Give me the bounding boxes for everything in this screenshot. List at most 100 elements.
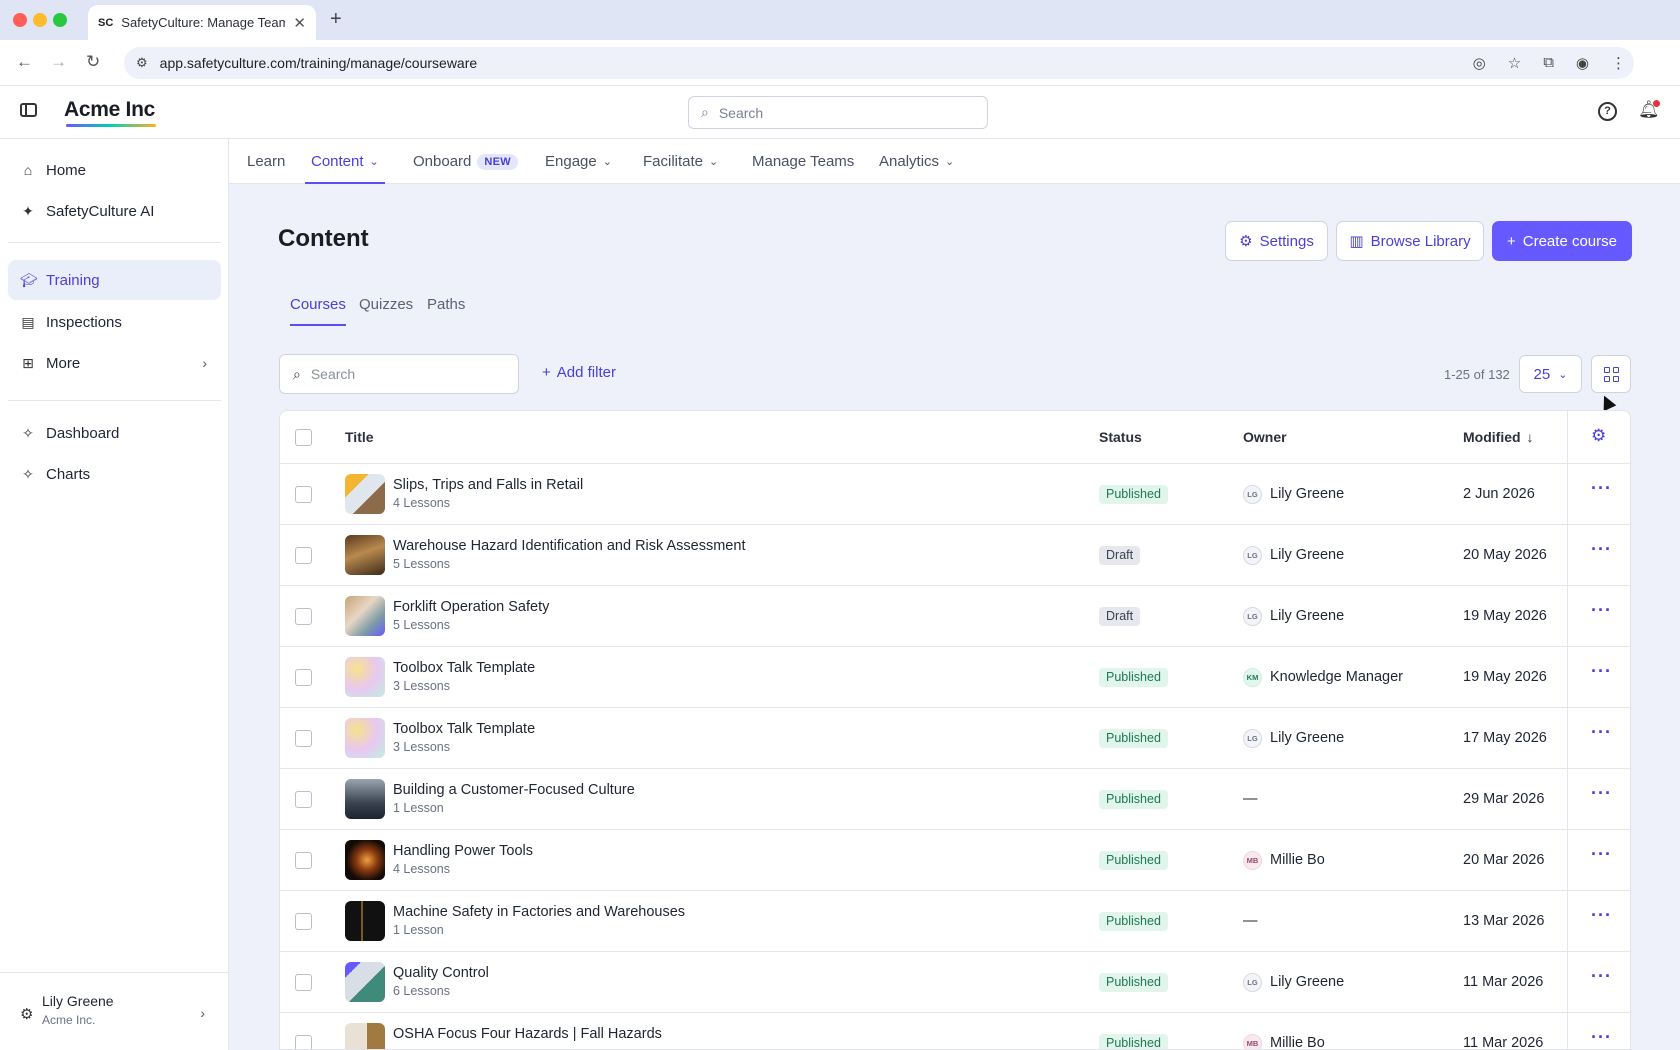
row-checkbox[interactable] bbox=[295, 791, 312, 808]
tab-facilitate[interactable]: Facilitate ⌄ bbox=[643, 139, 718, 184]
row-actions-more-icon[interactable]: ··· bbox=[1591, 478, 1612, 499]
row-checkbox[interactable] bbox=[295, 486, 312, 503]
select-all-checkbox[interactable] bbox=[295, 429, 312, 446]
table-row[interactable]: Building a Customer-Focused Culture 1 Le… bbox=[280, 769, 1630, 830]
row-actions-more-icon[interactable]: ··· bbox=[1591, 966, 1612, 987]
tab-onboard[interactable]: Onboard NEW bbox=[413, 139, 518, 184]
sidebar-toggle-icon[interactable] bbox=[20, 103, 37, 117]
site-settings-icon[interactable]: ⚙ bbox=[136, 55, 148, 71]
sidebar-item-dashboard[interactable]: ✧ Dashboard bbox=[8, 413, 221, 453]
sidebar-user-menu[interactable]: ⚙ Lily Greene Acme Inc. › bbox=[0, 972, 229, 1050]
row-checkbox[interactable] bbox=[295, 730, 312, 747]
new-tab-icon[interactable]: + bbox=[330, 8, 342, 31]
brand-logo[interactable]: Acme Inc bbox=[64, 98, 155, 122]
column-header-status[interactable]: Status bbox=[1099, 429, 1142, 445]
tab-quizzes[interactable]: Quizzes bbox=[359, 296, 413, 313]
global-search-input[interactable]: ⌕ Search bbox=[688, 96, 988, 129]
sidebar-item-label: Home bbox=[46, 161, 87, 179]
table-row[interactable]: Machine Safety in Factories and Warehous… bbox=[280, 891, 1630, 952]
bookmark-star-icon[interactable]: ☆ bbox=[1508, 54, 1521, 72]
new-badge: NEW bbox=[477, 153, 518, 170]
grid-view-button[interactable] bbox=[1591, 355, 1631, 393]
column-header-modified[interactable]: Modified ↓ bbox=[1463, 429, 1534, 445]
course-title[interactable]: Quality Control bbox=[393, 965, 489, 981]
sidebar: ⌂ Home ✦ SafetyCulture AI 🎓︎ Training ▤ … bbox=[0, 139, 229, 1050]
tab-analytics[interactable]: Analytics ⌄ bbox=[879, 139, 954, 184]
tracking-eye-icon[interactable]: ◎ bbox=[1473, 54, 1486, 72]
course-title[interactable]: Toolbox Talk Template bbox=[393, 660, 535, 676]
table-row[interactable]: Toolbox Talk Template 3 Lessons Publishe… bbox=[280, 708, 1630, 769]
course-title[interactable]: Machine Safety in Factories and Warehous… bbox=[393, 904, 685, 920]
course-title[interactable]: Handling Power Tools bbox=[393, 843, 533, 859]
column-header-title[interactable]: Title bbox=[345, 429, 374, 445]
column-header-owner[interactable]: Owner bbox=[1243, 429, 1287, 445]
close-tab-icon[interactable]: ✕ bbox=[293, 14, 306, 32]
create-course-button[interactable]: + Create course bbox=[1492, 221, 1632, 261]
row-checkbox[interactable] bbox=[295, 913, 312, 930]
sidebar-item-training[interactable]: 🎓︎ Training bbox=[8, 260, 221, 300]
row-actions-more-icon[interactable]: ··· bbox=[1591, 600, 1612, 621]
row-actions-more-icon[interactable]: ··· bbox=[1591, 722, 1612, 743]
global-search-placeholder: Search bbox=[718, 104, 764, 121]
course-title[interactable]: Slips, Trips and Falls in Retail bbox=[393, 477, 583, 493]
table-row[interactable]: Forklift Operation Safety 5 Lessons Draf… bbox=[280, 586, 1630, 647]
close-window-button[interactable] bbox=[13, 13, 27, 27]
table-row[interactable]: Slips, Trips and Falls in Retail 4 Lesso… bbox=[280, 464, 1630, 525]
row-checkbox[interactable] bbox=[295, 547, 312, 564]
browse-library-button[interactable]: ▥ Browse Library bbox=[1336, 221, 1484, 261]
tab-content[interactable]: Content ⌄ bbox=[305, 139, 385, 184]
table-row[interactable]: OSHA Focus Four Hazards | Fall Hazards P… bbox=[280, 1013, 1630, 1049]
sidebar-item-charts[interactable]: ✧ Charts bbox=[8, 454, 221, 494]
row-actions-more-icon[interactable]: ··· bbox=[1591, 783, 1612, 804]
course-thumbnail bbox=[345, 840, 385, 880]
settings-button[interactable]: ⚙ Settings bbox=[1225, 221, 1328, 261]
page-size-select[interactable]: 25 ⌄ bbox=[1519, 355, 1582, 393]
modified-date: 11 Mar 2026 bbox=[1463, 974, 1544, 990]
minimize-window-button[interactable] bbox=[33, 13, 47, 27]
table-search-input[interactable]: ⌕ Search bbox=[279, 354, 519, 394]
profile-icon[interactable]: ◉ bbox=[1576, 54, 1589, 72]
row-checkbox[interactable] bbox=[295, 608, 312, 625]
maximize-window-button[interactable] bbox=[53, 13, 67, 27]
extensions-icon[interactable]: ⧉ bbox=[1543, 54, 1554, 72]
row-actions-more-icon[interactable]: ··· bbox=[1591, 905, 1612, 926]
row-actions-more-icon[interactable]: ··· bbox=[1591, 844, 1612, 865]
row-checkbox[interactable] bbox=[295, 974, 312, 991]
course-title[interactable]: Forklift Operation Safety bbox=[393, 599, 549, 615]
sidebar-item-label: Charts bbox=[46, 465, 91, 483]
row-actions-more-icon[interactable]: ··· bbox=[1591, 539, 1612, 560]
table-row[interactable]: Handling Power Tools 4 Lessons Published… bbox=[280, 830, 1630, 891]
row-checkbox[interactable] bbox=[295, 669, 312, 686]
sidebar-item-home[interactable]: ⌂ Home bbox=[8, 150, 221, 190]
forward-arrow-icon[interactable]: → bbox=[50, 52, 67, 72]
tab-manage-teams[interactable]: Manage Teams bbox=[752, 139, 854, 184]
add-filter-button[interactable]: + Add filter bbox=[542, 364, 616, 381]
sidebar-item-inspections[interactable]: ▤ Inspections bbox=[8, 302, 221, 342]
table-row[interactable]: Quality Control 6 Lessons Published LG L… bbox=[280, 952, 1630, 1013]
help-icon[interactable]: ? bbox=[1598, 102, 1617, 121]
table-row[interactable]: Toolbox Talk Template 3 Lessons Publishe… bbox=[280, 647, 1630, 708]
reload-icon[interactable]: ↻ bbox=[86, 52, 100, 72]
row-checkbox[interactable] bbox=[295, 852, 312, 869]
sidebar-item-safetyculture-ai[interactable]: ✦ SafetyCulture AI bbox=[8, 191, 221, 231]
tab-paths[interactable]: Paths bbox=[427, 296, 465, 313]
browser-menu-icon[interactable]: ⋮ bbox=[1611, 54, 1626, 72]
row-checkbox[interactable] bbox=[295, 1035, 312, 1049]
course-title[interactable]: Warehouse Hazard Identification and Risk… bbox=[393, 538, 745, 554]
tab-courses[interactable]: Courses bbox=[290, 296, 346, 326]
browser-tab[interactable]: SC SafetyCulture: Manage Teams ✕ bbox=[88, 5, 316, 40]
row-actions-more-icon[interactable]: ··· bbox=[1591, 661, 1612, 682]
url-field[interactable]: ⚙ app.safetyculture.com/training/manage/… bbox=[124, 47, 1634, 79]
course-title[interactable]: Building a Customer-Focused Culture bbox=[393, 782, 635, 798]
home-icon: ⌂ bbox=[23, 162, 33, 178]
owner-name: Lily Greene bbox=[1270, 608, 1345, 624]
sidebar-item-more[interactable]: ⊞ More › bbox=[8, 343, 221, 383]
tab-engage[interactable]: Engage ⌄ bbox=[545, 139, 612, 184]
table-row[interactable]: Warehouse Hazard Identification and Risk… bbox=[280, 525, 1630, 586]
course-title[interactable]: OSHA Focus Four Hazards | Fall Hazards bbox=[393, 1026, 662, 1042]
row-actions-more-icon[interactable]: ··· bbox=[1591, 1027, 1612, 1048]
back-arrow-icon[interactable]: ← bbox=[16, 52, 33, 72]
column-settings-gear-icon[interactable]: ⚙ bbox=[1591, 426, 1606, 446]
course-title[interactable]: Toolbox Talk Template bbox=[393, 721, 535, 737]
tab-learn[interactable]: Learn bbox=[247, 139, 285, 184]
